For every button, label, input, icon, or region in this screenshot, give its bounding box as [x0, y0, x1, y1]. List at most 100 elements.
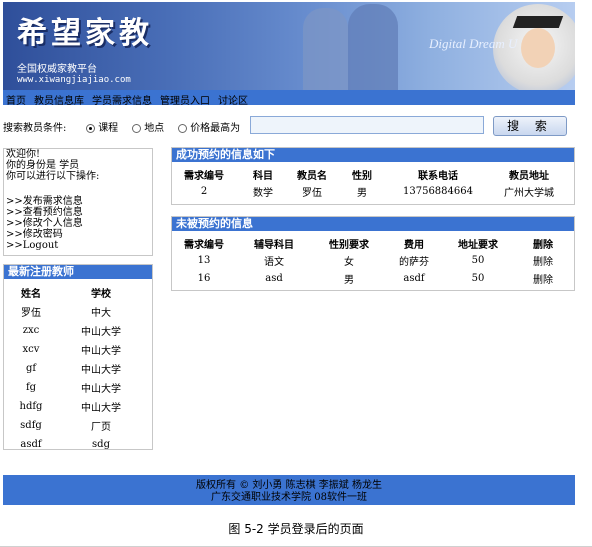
phone: 13756884664 — [403, 185, 473, 197]
table-row[interactable]: zxc 中山大学 — [4, 321, 144, 340]
teacher-name: 罗伍 — [302, 187, 322, 199]
unbooked-info-table: 需求编号 辅导科目 性别要求 费用 地址要求 删除 13 语文 女 的萨芬 50… — [172, 235, 572, 287]
table-row[interactable]: 13 语文 女 的萨芬 50 删除 — [172, 251, 572, 269]
column-header: 教员地址 — [509, 170, 549, 182]
table-row[interactable]: gf 中山大学 — [4, 359, 144, 378]
column-header: 性别要求 — [329, 239, 369, 251]
table-row[interactable]: 2 数学 罗伍 男 13756884664 广州大学城 — [172, 182, 572, 200]
nav-forum[interactable]: 讨论区 — [218, 90, 248, 107]
page-footer: 版权所有 © 刘小勇 陈志棋 李振斌 杨龙生 广东交通职业技术学院 08软件一班 — [3, 475, 575, 505]
column-header: 地址要求 — [458, 239, 498, 251]
newest-teachers-title: 最新注册教师 — [4, 265, 152, 279]
teacher-name: xcv — [22, 344, 40, 355]
teacher-name: sdfg — [20, 420, 42, 431]
search-label: 搜索教员条件: — [3, 123, 67, 134]
search-input[interactable] — [250, 116, 484, 134]
teacher-school: 中山大学 — [81, 327, 121, 338]
teacher-name: fg — [25, 382, 37, 393]
column-header-name: 姓名 — [21, 289, 41, 300]
operations-hint: 你可以进行以下操作: — [6, 171, 100, 182]
booked-info-table: 需求编号 科目 教员名 性别 联系电话 教员地址 2 数学 罗伍 男 13756… — [172, 166, 572, 200]
column-header: 费用 — [404, 239, 424, 251]
teacher-school: 中大 — [91, 308, 111, 319]
nav-admin-entry[interactable]: 管理员入口 — [160, 90, 210, 107]
delete-link[interactable]: 删除 — [514, 269, 572, 287]
gender-requirement: 女 — [344, 256, 354, 268]
subject: asd — [265, 272, 283, 284]
delete-link[interactable]: 删除 — [514, 251, 572, 269]
graduate-face — [521, 28, 555, 68]
teacher-school: 中山大学 — [81, 403, 121, 414]
subject: 数学 — [253, 187, 273, 199]
teacher-name: 罗伍 — [21, 308, 41, 319]
radio-price-label: 价格最高为 — [190, 123, 241, 134]
nav-home[interactable]: 首页 — [6, 90, 26, 107]
search-button[interactable]: 搜 索 — [493, 116, 567, 136]
fee: 的萨芬 — [399, 256, 429, 268]
radio-location-label: 地点 — [144, 123, 165, 134]
gender-requirement: 男 — [344, 274, 354, 286]
header-banner: 希望家教 全国权威家教平台 www.xiwangjiajiao.com Digi… — [3, 2, 575, 90]
column-header: 科目 — [253, 170, 273, 182]
banner-person-image — [348, 4, 398, 90]
search-option-price[interactable]: 价格最高为 — [178, 119, 240, 134]
demand-id: 13 — [197, 254, 211, 266]
school-class-text: 广东交通职业技术学院 08软件一班 — [211, 492, 367, 503]
radio-course-label: 课程 — [98, 123, 119, 134]
teacher-school: 中山大学 — [81, 365, 121, 376]
table-row[interactable]: asdf sdg — [4, 435, 144, 454]
column-header: 联系电话 — [418, 170, 458, 182]
teacher-address: 广州大学城 — [504, 187, 554, 199]
demand-id: 16 — [197, 272, 211, 284]
welcome-text: 欢迎你! — [6, 149, 41, 160]
copyright-text: 版权所有 © 刘小勇 陈志棋 李振斌 杨龙生 — [196, 480, 382, 491]
table-row[interactable]: 16 asd 男 asdf 50 删除 — [172, 269, 572, 287]
radio-location[interactable] — [132, 124, 141, 133]
table-row[interactable]: sdfg 厂页 — [4, 416, 144, 435]
radio-price[interactable] — [178, 124, 187, 133]
site-logo[interactable]: 希望家教 — [17, 8, 153, 52]
user-role-text: 你的身份是 学员 — [6, 160, 80, 171]
booked-info-panel: 成功预约的信息如下 需求编号 科目 教员名 性别 联系电话 教员地址 2 数学 … — [171, 147, 575, 205]
subject: 语文 — [264, 256, 284, 268]
link-edit-profile[interactable]: >>修改个人信息 — [4, 218, 152, 229]
site-url: www.xiwangjiajiao.com — [17, 75, 131, 85]
nav-student-demands[interactable]: 学员需求信息 — [92, 90, 152, 107]
search-option-course[interactable]: 课程 — [86, 119, 118, 134]
figure-caption: 图 5-2 学员登录后的页面 — [228, 522, 364, 536]
table-row[interactable]: fg 中山大学 — [4, 378, 144, 397]
column-header: 教员名 — [297, 170, 327, 182]
welcome-panel: 欢迎你! 你的身份是 学员 你可以进行以下操作: >>发布需求信息 >>查看预约… — [3, 148, 153, 256]
teacher-name: asdf — [20, 439, 42, 450]
table-row[interactable]: 罗伍 中大 — [4, 302, 144, 321]
gender: 男 — [357, 187, 367, 199]
link-change-password[interactable]: >>修改密码 — [4, 229, 152, 240]
link-post-demand[interactable]: >>发布需求信息 — [4, 196, 152, 207]
column-header: 性别 — [352, 170, 372, 182]
link-view-bookings[interactable]: >>查看预约信息 — [4, 207, 152, 218]
booked-info-title: 成功预约的信息如下 — [172, 148, 574, 162]
teacher-name: gf — [25, 363, 37, 374]
teacher-school: 厂页 — [91, 422, 111, 433]
teacher-name: zxc — [22, 325, 40, 336]
teacher-school: 中山大学 — [81, 384, 121, 395]
table-row[interactable]: xcv 中山大学 — [4, 340, 144, 359]
address-requirement: 50 — [471, 272, 485, 284]
fee: asdf — [403, 272, 425, 284]
main-nav: 首页 教员信息库 学员需求信息 管理员入口 讨论区 — [3, 90, 575, 107]
teacher-name: hdfg — [19, 401, 43, 412]
address-requirement: 50 — [471, 254, 485, 266]
unbooked-info-panel: 未被预约的信息 需求编号 辅导科目 性别要求 费用 地址要求 删除 13 语文 … — [171, 216, 575, 291]
site-slogan: 全国权威家教平台 — [17, 64, 97, 75]
unbooked-info-title: 未被预约的信息 — [172, 217, 574, 231]
radio-course[interactable] — [86, 124, 95, 133]
search-option-location[interactable]: 地点 — [132, 119, 164, 134]
table-row[interactable]: hdfg 中山大学 — [4, 397, 144, 416]
column-header: 辅导科目 — [254, 239, 294, 251]
column-header: 需求编号 — [184, 170, 224, 182]
column-header: 需求编号 — [184, 239, 224, 251]
nav-teacher-library[interactable]: 教员信息库 — [34, 90, 84, 107]
newest-teachers-panel: 最新注册教师 姓名 学校 罗伍 中大 zxc 中山大学 xcv 中山大学 gf 中山大学… — [3, 264, 153, 450]
link-logout[interactable]: >>Logout — [4, 240, 152, 251]
teacher-school: sdg — [92, 439, 110, 450]
